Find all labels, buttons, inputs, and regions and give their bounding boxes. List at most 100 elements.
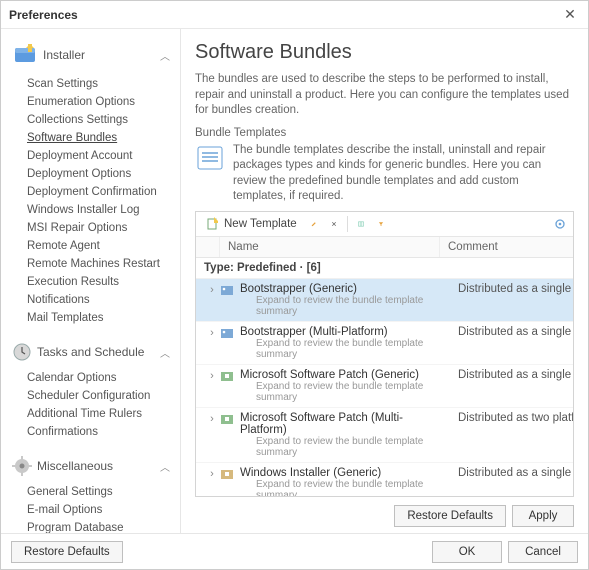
table-row[interactable]: › Bootstrapper (Generic) Expand to revie… xyxy=(196,279,573,322)
sidebar-item-calendar-options[interactable]: Calendar Options xyxy=(1,369,180,387)
table-row[interactable]: › Windows Installer (Generic) Expand to … xyxy=(196,463,573,497)
sidebar-item-email-options[interactable]: E-mail Options xyxy=(1,501,180,519)
sidebar-item-msi-repair-options[interactable]: MSI Repair Options xyxy=(1,219,180,237)
sidebar-item-scheduler-configuration[interactable]: Scheduler Configuration xyxy=(1,387,180,405)
grid-header: Name Comment xyxy=(196,237,573,258)
expander-column xyxy=(196,237,220,257)
sidebar-item-mail-templates[interactable]: Mail Templates xyxy=(1,309,180,327)
template-list-icon xyxy=(195,143,225,173)
row-sub: Expand to review the bundle template sum… xyxy=(240,295,448,317)
sidebar-item-windows-installer-log[interactable]: Windows Installer Log xyxy=(1,201,180,219)
sidebar-item-software-bundles[interactable]: Software Bundles xyxy=(1,129,180,147)
new-template-icon xyxy=(206,217,220,231)
section-tasks-schedule[interactable]: Tasks and Schedule ︿ xyxy=(1,335,180,369)
sidebar-item-notifications[interactable]: Notifications xyxy=(1,291,180,309)
name-column-header[interactable]: Name xyxy=(220,237,440,257)
row-sub: Expand to review the bundle template sum… xyxy=(240,381,448,403)
tasks-items: Calendar Options Scheduler Configuration… xyxy=(1,369,180,449)
misc-items: General Settings E-mail Options Program … xyxy=(1,483,180,533)
ok-button[interactable]: OK xyxy=(432,541,502,563)
cancel-button[interactable]: Cancel xyxy=(508,541,578,563)
page-title: Software Bundles xyxy=(195,41,574,64)
section-label: Miscellaneous xyxy=(37,459,160,473)
section-label: Tasks and Schedule xyxy=(37,345,160,359)
row-name: Windows Installer (Generic) xyxy=(240,467,448,479)
grid-toolbar: New Template xyxy=(196,212,573,237)
restore-defaults-button[interactable]: Restore Defaults xyxy=(394,505,506,527)
new-template-button[interactable]: New Template xyxy=(202,215,301,233)
delete-button[interactable] xyxy=(327,217,341,231)
table-row[interactable]: › Microsoft Software Patch (Multi-Platfo… xyxy=(196,408,573,463)
filter-button[interactable] xyxy=(374,217,388,231)
sidebar-item-deployment-options[interactable]: Deployment Options xyxy=(1,165,180,183)
templates-grid: New Template Name Comment Type: Predefin… xyxy=(195,211,574,497)
sidebar-item-remote-agent[interactable]: Remote Agent xyxy=(1,237,180,255)
close-icon[interactable]: ✕ xyxy=(560,6,580,23)
bundle-icon xyxy=(220,367,238,383)
dialog-footer: Restore Defaults OK Cancel xyxy=(1,533,588,569)
sidebar-item-execution-results[interactable]: Execution Results xyxy=(1,273,180,291)
row-comment: Distributed as two platform-s xyxy=(458,412,573,424)
grid-settings-button[interactable] xyxy=(553,217,567,231)
apply-button[interactable]: Apply xyxy=(512,505,574,527)
sidebar-item-enumeration-options[interactable]: Enumeration Options xyxy=(1,93,180,111)
sidebar-item-scan-settings[interactable]: Scan Settings xyxy=(1,75,180,93)
expand-icon[interactable]: › xyxy=(204,465,220,480)
templates-title: Bundle Templates xyxy=(195,127,574,139)
sidebar-item-collections-settings[interactable]: Collections Settings xyxy=(1,111,180,129)
installer-items: Scan Settings Enumeration Options Collec… xyxy=(1,75,180,335)
expand-icon[interactable]: › xyxy=(204,324,220,339)
chevron-down-icon[interactable]: ⌄ xyxy=(559,295,567,297)
bundle-icon xyxy=(220,324,238,340)
chevron-down-icon[interactable]: ⌄ xyxy=(559,424,567,426)
section-label: Installer xyxy=(43,48,160,62)
sidebar-item-deployment-account[interactable]: Deployment Account xyxy=(1,147,180,165)
title-bar: Preferences ✕ xyxy=(1,1,588,29)
chevron-up-icon: ︿ xyxy=(160,459,170,474)
row-comment: Distributed as a single Windo xyxy=(458,467,573,479)
clock-icon xyxy=(11,341,33,363)
sidebar-item-deployment-confirmation[interactable]: Deployment Confirmation xyxy=(1,183,180,201)
chevron-up-icon: ︿ xyxy=(160,48,170,63)
bundle-icon xyxy=(220,410,238,426)
installer-icon xyxy=(11,41,39,69)
sidebar-item-general-settings[interactable]: General Settings xyxy=(1,483,180,501)
row-comment: Distributed as a single execut xyxy=(458,283,573,295)
sidebar-item-additional-time-rulers[interactable]: Additional Time Rulers xyxy=(1,405,180,423)
row-sub: Expand to review the bundle template sum… xyxy=(240,479,448,497)
row-name: Microsoft Software Patch (Generic) xyxy=(240,369,448,381)
footer-restore-defaults-button[interactable]: Restore Defaults xyxy=(11,541,123,563)
main-panel: Software Bundles The bundles are used to… xyxy=(181,29,588,533)
expand-icon[interactable]: › xyxy=(204,410,220,425)
expand-icon[interactable]: › xyxy=(204,367,220,382)
table-row[interactable]: › Bootstrapper (Multi-Platform) Expand t… xyxy=(196,322,573,365)
row-sub: Expand to review the bundle template sum… xyxy=(240,338,448,360)
window-title: Preferences xyxy=(9,8,560,22)
section-installer[interactable]: Installer ︿ xyxy=(1,35,180,75)
sidebar-item-remote-machines-restart[interactable]: Remote Machines Restart xyxy=(1,255,180,273)
row-comment: Distributed as a single patch xyxy=(458,369,573,381)
row-name: Microsoft Software Patch (Multi-Platform… xyxy=(240,412,448,436)
chevron-down-icon[interactable]: ⌄ xyxy=(559,381,567,383)
row-comment: Distributed as a single execut xyxy=(458,326,573,338)
bundle-icon xyxy=(220,281,238,297)
row-name: Bootstrapper (Generic) xyxy=(240,283,448,295)
sidebar-item-program-database[interactable]: Program Database xyxy=(1,519,180,533)
gear-icon xyxy=(11,455,33,477)
sidebar-item-confirmations[interactable]: Confirmations xyxy=(1,423,180,441)
toolbar-separator xyxy=(347,216,348,232)
chevron-down-icon[interactable]: ⌄ xyxy=(559,479,567,481)
row-name: Bootstrapper (Multi-Platform) xyxy=(240,326,448,338)
sidebar: Installer ︿ Scan Settings Enumeration Op… xyxy=(1,29,181,533)
templates-description: The bundle templates describe the instal… xyxy=(233,143,574,205)
comment-column-header[interactable]: Comment xyxy=(440,237,573,257)
group-row-predefined[interactable]: Type: Predefined · [6] xyxy=(196,258,573,279)
expand-icon[interactable]: › xyxy=(204,281,220,296)
edit-button[interactable] xyxy=(307,217,321,231)
row-sub: Expand to review the bundle template sum… xyxy=(240,436,448,458)
chevron-up-icon: ︿ xyxy=(160,345,170,360)
section-miscellaneous[interactable]: Miscellaneous ︿ xyxy=(1,449,180,483)
table-row[interactable]: › Microsoft Software Patch (Generic) Exp… xyxy=(196,365,573,408)
columns-button[interactable] xyxy=(354,217,368,231)
chevron-down-icon[interactable]: ⌄ xyxy=(559,338,567,340)
